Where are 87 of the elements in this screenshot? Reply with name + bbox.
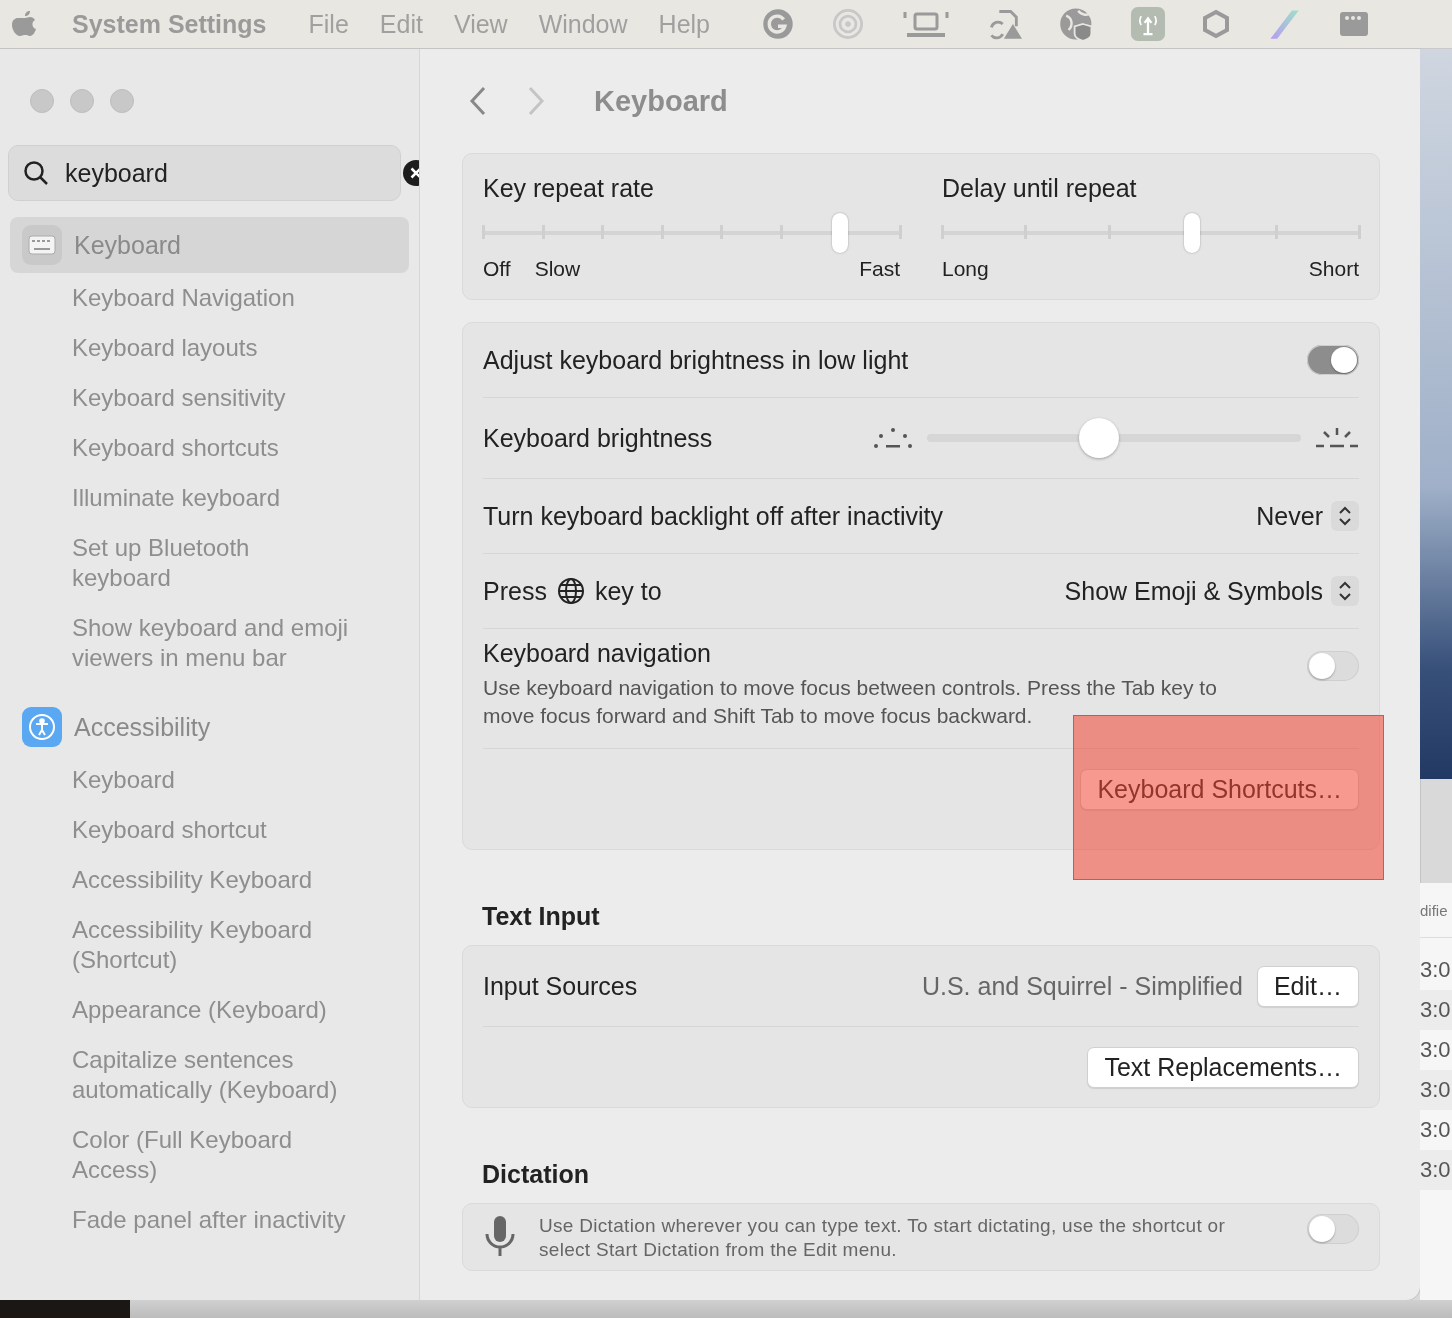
brightness-slider[interactable] bbox=[927, 416, 1301, 460]
stepper-icon bbox=[1331, 501, 1359, 531]
setting-label: Keyboard brightness bbox=[483, 423, 713, 453]
sidebar-item[interactable]: Keyboard sensitivity bbox=[10, 373, 364, 423]
stepper-icon bbox=[1331, 576, 1359, 606]
sidebar-item[interactable]: Keyboard bbox=[10, 217, 409, 273]
slider-label: Short bbox=[1308, 257, 1359, 281]
globe-shield-icon[interactable] bbox=[1059, 6, 1095, 42]
sidebar-item[interactable]: Keyboard shortcuts bbox=[10, 423, 364, 473]
table-cell: 3:0 bbox=[1420, 1070, 1452, 1110]
document-sync-icon[interactable] bbox=[987, 7, 1023, 41]
slider-title: Key repeat rate bbox=[483, 174, 655, 203]
sidebar-item[interactable]: Show keyboard and emoji viewers in menu bar bbox=[10, 603, 404, 683]
section-heading: Dictation bbox=[481, 1159, 590, 1190]
setting-description: Use keyboard navigation to move focus between controls. Press the Tab key to move focus forward and Shift Tab to move focus backward. bbox=[483, 675, 1218, 729]
window-title: Keyboard bbox=[594, 84, 728, 118]
antenna-icon[interactable] bbox=[1131, 7, 1165, 41]
toggle-switch[interactable] bbox=[1307, 345, 1359, 375]
setting-value: U.S. and Squirrel - Simplified bbox=[921, 971, 1243, 1001]
sidebar-item[interactable]: Keyboard bbox=[10, 755, 364, 805]
sidebar-item[interactable]: Accessibility Keyboard bbox=[10, 855, 364, 905]
slider-label: Fast bbox=[859, 257, 900, 281]
setting-label: Turn keyboard backlight off after inactivity bbox=[483, 501, 943, 531]
search-icon bbox=[23, 160, 49, 186]
back-icon[interactable] bbox=[468, 85, 488, 117]
accessibility-icon bbox=[22, 707, 62, 747]
menu-item[interactable]: Edit bbox=[379, 9, 423, 39]
setting-label: Press bbox=[483, 576, 547, 606]
table-cell-text: 3:0 bbox=[1420, 956, 1452, 984]
dim-brightness-icon bbox=[873, 426, 913, 450]
edit-button[interactable]: Edit… bbox=[1256, 965, 1359, 1007]
microphone-icon bbox=[483, 1214, 517, 1258]
push-button[interactable]: Text Replacements… bbox=[1087, 1046, 1359, 1088]
hexagon-icon[interactable] bbox=[1201, 8, 1231, 40]
dictation-description: Use Dictation wherever you can type text. To start dictating, use the shortcut or select Start Dictation from the Edit menu. bbox=[539, 1214, 1227, 1262]
table-cell-text: 3:0 bbox=[1420, 1036, 1452, 1064]
sidebar-item[interactable]: Appearance (Keyboard) bbox=[10, 985, 364, 1035]
sidebar-item[interactable]: Set up Bluetooth keyboard bbox=[10, 523, 364, 603]
keyboard-icon bbox=[22, 225, 62, 265]
section-heading: Text Input bbox=[481, 901, 601, 932]
stepped-slider[interactable] bbox=[942, 213, 1359, 253]
sidebar-item[interactable]: Accessibility Keyboard (Shortcut) bbox=[10, 905, 364, 985]
menu-item[interactable]: Help bbox=[658, 9, 710, 39]
popup-button[interactable]: Never bbox=[1256, 501, 1359, 531]
window-dots-icon[interactable] bbox=[1337, 9, 1371, 39]
sidebar-item[interactable]: Keyboard Navigation bbox=[10, 273, 364, 323]
slider-thumb[interactable] bbox=[832, 213, 849, 253]
sidebar-item[interactable]: Keyboard shortcut bbox=[10, 805, 364, 855]
menu-item[interactable]: File bbox=[308, 9, 349, 39]
app-menu[interactable]: System Settings bbox=[72, 9, 267, 39]
setting-label: Keyboard navigation bbox=[483, 639, 712, 668]
sidebar-item[interactable]: Accessibility bbox=[10, 699, 409, 755]
sidebar-item[interactable]: Color (Full Keyboard Access) bbox=[10, 1115, 364, 1195]
toggle-switch[interactable] bbox=[1307, 1214, 1359, 1244]
toggle-switch[interactable] bbox=[1307, 651, 1359, 681]
column-header: difie bbox=[1420, 883, 1452, 938]
slider-label: Long bbox=[942, 257, 989, 281]
slider-title: Delay until repeat bbox=[942, 174, 1138, 203]
slider-label: Off bbox=[483, 257, 511, 281]
spiral-icon[interactable] bbox=[831, 7, 865, 41]
slider-label: Slow bbox=[534, 257, 581, 281]
setting-label: Adjust keyboard brightness in low light bbox=[483, 345, 909, 375]
slider-thumb[interactable] bbox=[1184, 213, 1201, 253]
window-control[interactable] bbox=[30, 89, 54, 113]
sidebar-item[interactable]: Fade panel after inactivity bbox=[10, 1195, 404, 1245]
sidebar-item[interactable]: Capitalize sentences automatically (Keyboard) bbox=[10, 1035, 404, 1115]
menu-item[interactable]: View bbox=[453, 9, 508, 39]
globe-icon bbox=[556, 577, 585, 605]
window-control[interactable] bbox=[110, 89, 134, 113]
slider-thumb[interactable] bbox=[1079, 418, 1120, 458]
table-cell: 3:0 bbox=[1420, 1150, 1452, 1190]
window-control[interactable] bbox=[70, 89, 94, 113]
bright-brightness-icon bbox=[1315, 426, 1359, 450]
menu-item[interactable]: Window bbox=[538, 9, 628, 39]
setting-label: Input Sources bbox=[483, 971, 638, 1001]
g-circle-icon[interactable] bbox=[761, 7, 795, 41]
table-cell: 3:0 bbox=[1420, 990, 1452, 1030]
setting-label: key to bbox=[594, 576, 662, 606]
apple-logo-icon[interactable] bbox=[12, 9, 38, 39]
table-cell-text: 3:0 bbox=[1420, 1116, 1452, 1144]
sidebar-item[interactable]: Illuminate keyboard bbox=[10, 473, 364, 523]
popup-button[interactable]: Show Emoji & Symbols bbox=[1064, 576, 1359, 606]
search-input[interactable]: keyboard bbox=[63, 157, 389, 189]
push-button[interactable]: Keyboard Shortcuts… bbox=[1080, 768, 1359, 810]
sidebar-item[interactable]: Keyboard layouts bbox=[10, 323, 364, 373]
stepped-slider[interactable] bbox=[483, 213, 900, 253]
forward-icon[interactable] bbox=[526, 85, 546, 117]
